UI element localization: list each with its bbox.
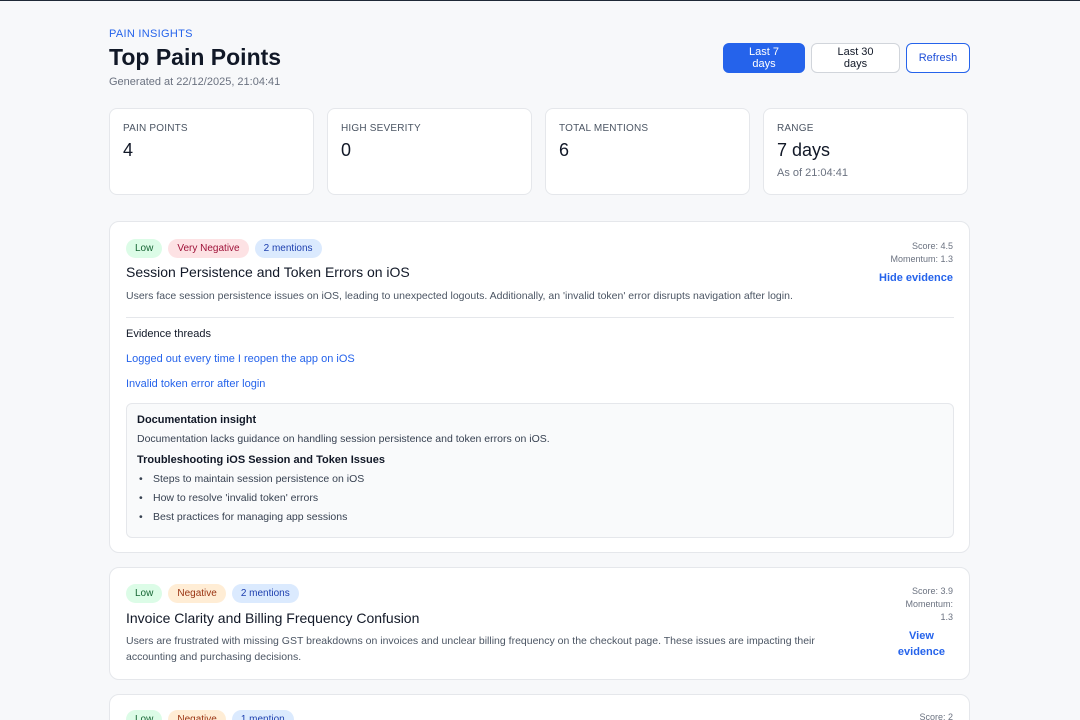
list-item: Steps to maintain session persistence on…	[137, 473, 364, 492]
stat-value: 6	[559, 140, 570, 160]
page-title: Top Pain Points	[109, 44, 282, 70]
stat-label: RANGE	[777, 123, 814, 134]
severity-badge: Low	[126, 584, 163, 603]
description-line: Users are frustrated with missing GST br…	[126, 635, 815, 647]
score-meta: Score: 4.5 Momentum: 1.3	[890, 240, 953, 266]
card-title: Session Persistence and Token Errors on …	[126, 264, 410, 280]
mentions-badge: 1 mention	[231, 710, 294, 720]
page-header: PAIN INSIGHTS Top Pain Points Generated …	[109, 0, 970, 100]
pain-point-card: Low Very Negative 2 mentions Score: 4.5 …	[109, 221, 970, 553]
view-evidence-line1: View	[909, 630, 934, 642]
sentiment-badge: Negative	[168, 584, 226, 603]
mentions-badge: 2 mentions	[231, 584, 299, 603]
evidence-thread-link[interactable]: Logged out every time I reopen the app o…	[126, 353, 355, 365]
sentiment-badge: Very Negative	[168, 239, 249, 258]
card-description: Users are frustrated with missing GST br…	[126, 633, 815, 665]
doc-insight-text: Documentation lacks guidance on handling…	[137, 433, 550, 445]
generated-timestamp: Generated at 22/12/2025, 21:04:41	[109, 76, 281, 88]
stat-value: 0	[341, 140, 352, 160]
stat-value: 4	[123, 140, 134, 160]
last-7-days-button[interactable]: Last 7 days	[723, 43, 805, 73]
stat-high-severity: HIGH SEVERITY 0	[327, 108, 532, 195]
documentation-insight-box: Documentation insight Documentation lack…	[126, 403, 954, 538]
badge-row: Low Negative 1 mention	[126, 710, 294, 720]
stat-label: HIGH SEVERITY	[341, 123, 421, 134]
stat-range: RANGE 7 days As of 21:04:41	[763, 108, 968, 195]
stat-label: PAIN POINTS	[123, 123, 188, 134]
stats-row: PAIN POINTS 4 HIGH SEVERITY 0 TOTAL MENT…	[109, 108, 970, 195]
main-container: PAIN INSIGHTS Top Pain Points Generated …	[109, 0, 970, 720]
score-text: Score: 3.9	[911, 586, 953, 596]
severity-badge: Low	[126, 239, 163, 258]
list-item: How to resolve 'invalid token' errors	[137, 492, 364, 511]
page-eyebrow: PAIN INSIGHTS	[109, 28, 193, 40]
score-meta: Score: 3.9 Momentum: 1.3	[905, 585, 953, 624]
evidence-heading: Evidence threads	[126, 328, 211, 340]
badge-row: Low Very Negative 2 mentions	[126, 239, 322, 258]
momentum-text: Momentum:	[905, 599, 953, 609]
stat-value: 7 days	[777, 140, 831, 160]
evidence-thread-link[interactable]: Invalid token error after login	[126, 378, 265, 390]
score-text: Score: 2	[919, 712, 953, 720]
list-item: Best practices for managing app sessions	[137, 511, 364, 530]
doc-insight-subtitle: Troubleshooting iOS Session and Token Is…	[137, 454, 385, 466]
view-evidence-line2: evidence	[897, 646, 945, 658]
divider	[126, 317, 954, 318]
mentions-badge: 2 mentions	[254, 239, 322, 258]
momentum-text: Momentum: 1.3	[890, 254, 953, 264]
card-description: Users face session persistence issues on…	[126, 290, 793, 302]
pain-point-card: Low Negative 1 mention Score: 2	[109, 694, 970, 720]
score-meta: Score: 2	[919, 711, 953, 720]
score-text: Score: 4.5	[911, 241, 953, 251]
description-line: accounting and purchasing decisions.	[126, 651, 302, 663]
sentiment-badge: Negative	[168, 710, 226, 720]
stat-pain-points: PAIN POINTS 4	[109, 108, 314, 195]
stat-label: TOTAL MENTIONS	[559, 123, 649, 134]
hide-evidence-link[interactable]: Hide evidence	[879, 270, 953, 286]
doc-insight-list: Steps to maintain session persistence on…	[137, 473, 364, 530]
view-evidence-link[interactable]: View evidence	[898, 628, 945, 660]
last-30-days-button[interactable]: Last 30 days	[811, 43, 900, 73]
momentum-value: 1.3	[940, 612, 953, 622]
stat-total-mentions: TOTAL MENTIONS 6	[545, 108, 750, 195]
doc-insight-title: Documentation insight	[137, 414, 257, 426]
range-controls: Last 7 days Last 30 days Refresh	[723, 43, 970, 73]
pain-point-card: Low Negative 2 mentions Score: 3.9 Momen…	[109, 567, 970, 680]
severity-badge: Low	[126, 710, 163, 720]
card-title: Invoice Clarity and Billing Frequency Co…	[126, 610, 420, 626]
badge-row: Low Negative 2 mentions	[126, 584, 299, 603]
stat-subtext: As of 21:04:41	[777, 167, 848, 179]
refresh-button[interactable]: Refresh	[906, 43, 970, 73]
